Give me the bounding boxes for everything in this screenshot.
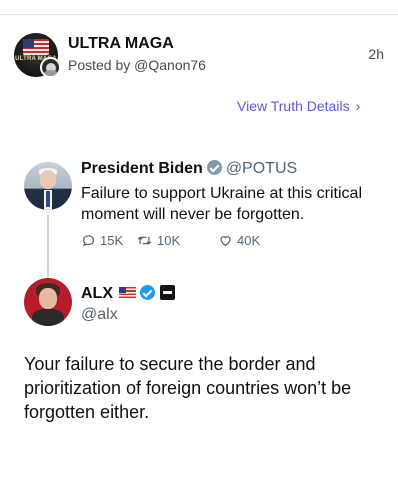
tweet1-name: President Biden (81, 160, 203, 177)
chevron-right-icon: › (355, 98, 361, 114)
reply-count: 15K (81, 233, 123, 248)
heart-icon (220, 236, 231, 247)
thread-connector-line (47, 215, 49, 277)
post-header: ULTRA MAGA ULTRA MAGA Posted by @Qanon76… (14, 33, 384, 79)
affiliation-badge-icon (160, 285, 175, 300)
view-truth-details-label: View Truth Details (237, 98, 350, 114)
tweet1-text: Failure to support Ukraine at this criti… (81, 185, 362, 223)
verified-gray-badge-icon (206, 160, 222, 175)
embedded-image[interactable]: President Biden @POTUS Failure to support… (0, 145, 398, 445)
tweet1-author: President Biden @POTUS (81, 160, 297, 178)
tweet1-handle: @POTUS (225, 160, 298, 177)
us-flag-icon (119, 287, 136, 298)
top-divider (0, 14, 398, 15)
tweet2-text: Your failure to secure the border and pr… (24, 354, 352, 422)
like-count: 40K (218, 233, 260, 248)
reply-icon (82, 235, 95, 247)
retweet-icon (137, 236, 152, 245)
tweet2-name: ALX (81, 285, 113, 302)
alx-avatar (24, 278, 72, 326)
view-truth-details-link[interactable]: View Truth Details › (237, 98, 360, 114)
tweet2-author: ALX (81, 285, 175, 303)
biden-avatar (24, 162, 72, 210)
posted-by-text: Posted by @Qanon76 (68, 57, 206, 73)
post-timestamp: 2h (368, 46, 384, 62)
verified-blue-badge-icon (140, 285, 155, 300)
tweet2-handle: @alx (81, 306, 118, 323)
poster-avatar[interactable] (40, 57, 61, 78)
account-display-name[interactable]: ULTRA MAGA (68, 35, 174, 53)
flag-graphic (23, 39, 49, 55)
retweet-count: 10K (136, 233, 180, 248)
